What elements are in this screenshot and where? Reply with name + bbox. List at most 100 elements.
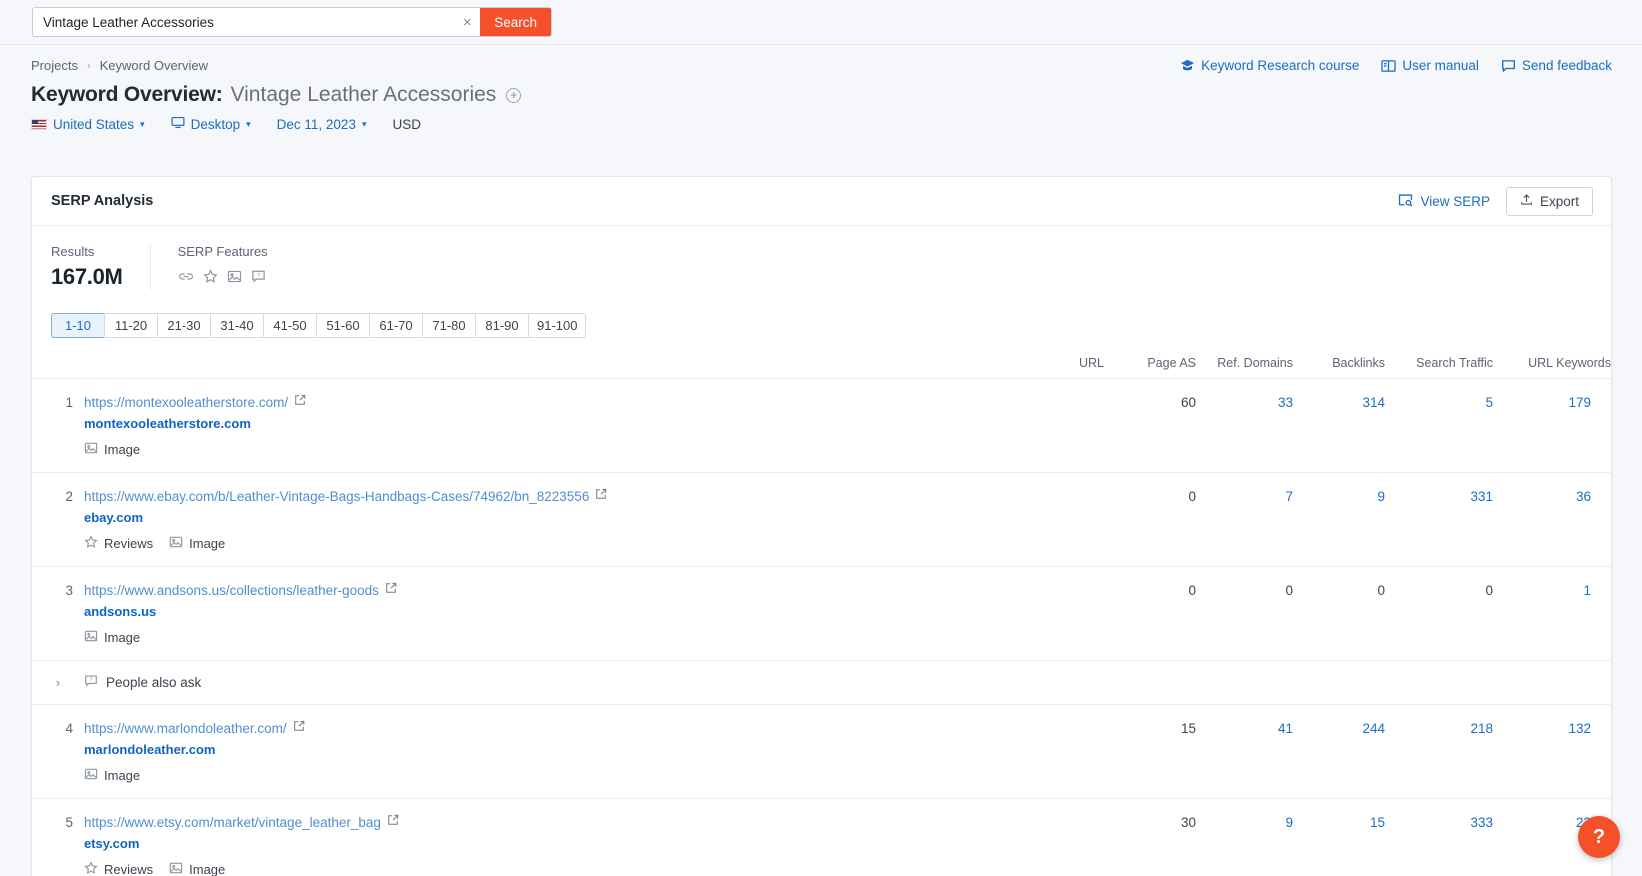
cell-ref-domains[interactable]: 9 [1196, 798, 1293, 876]
speech-bubble-icon [1501, 59, 1516, 73]
result-domain-link[interactable]: andsons.us [84, 604, 1092, 619]
help-fab-label: ? [1592, 825, 1606, 848]
result-url-link[interactable]: https://montexooleatherstore.com/ [84, 395, 288, 410]
send-feedback-link[interactable]: Send feedback [1501, 58, 1612, 73]
cell-search-traffic[interactable]: 218 [1385, 704, 1493, 799]
date-selector[interactable]: Dec 11, 2023 ▾ [277, 117, 367, 132]
cell-ref-domains-value: 33 [1277, 395, 1293, 410]
chevron-right-icon[interactable]: › [32, 675, 84, 690]
pagination-21-30[interactable]: 21-30 [157, 313, 210, 338]
pagination-91-100[interactable]: 91-100 [528, 313, 587, 338]
user-manual-link[interactable]: User manual [1381, 58, 1479, 73]
image-icon[interactable] [227, 269, 242, 284]
user-manual-label: User manual [1402, 58, 1479, 73]
serp-feature-tag[interactable]: Image [84, 629, 140, 646]
keyword-research-course-link[interactable]: Keyword Research course [1180, 58, 1359, 73]
cell-ref-domains: 0 [1196, 566, 1293, 661]
star-icon[interactable] [202, 269, 218, 284]
help-fab-button[interactable]: ? [1578, 816, 1620, 858]
cell-backlinks[interactable]: 15 [1293, 798, 1385, 876]
serp-stats: Results 167.0M SERP Features ? [32, 226, 1611, 290]
column-header-ref-domains[interactable]: Ref. Domains [1196, 356, 1293, 379]
pagination-31-40[interactable]: 31-40 [210, 313, 263, 338]
external-link-icon[interactable] [595, 487, 607, 505]
external-link-icon[interactable] [293, 719, 305, 737]
link-icon[interactable] [178, 269, 194, 284]
result-domain-link[interactable]: etsy.com [84, 836, 1092, 851]
table-row: 3 https://www.andsons.us/collections/leat… [32, 566, 1611, 661]
pagination-61-70[interactable]: 61-70 [369, 313, 422, 338]
serp-features-stat: SERP Features ? [151, 244, 268, 284]
device-label: Desktop [190, 116, 241, 132]
clear-search-icon[interactable]: × [454, 8, 480, 36]
question-bubble-icon[interactable]: ? [251, 269, 266, 284]
export-button[interactable]: Export [1505, 186, 1593, 216]
column-header-search-traffic[interactable]: Search Traffic [1385, 356, 1493, 379]
result-domain-link[interactable]: marlondoleather.com [84, 742, 1092, 757]
cell-ref-domains[interactable]: 33 [1196, 378, 1293, 473]
serp-feature-tag[interactable]: Image [169, 535, 225, 552]
chevron-down-icon: ▾ [361, 118, 367, 129]
pagination-1-10[interactable]: 1-10 [51, 313, 104, 338]
upload-icon [1520, 193, 1533, 209]
serp-feature-label-wrap: ? People also ask [84, 674, 201, 691]
serp-feature-tag[interactable]: Image [84, 441, 140, 458]
result-serp-features: Image [84, 441, 1092, 458]
cell-url-keywords[interactable]: 179 [1493, 378, 1611, 473]
result-url-link[interactable]: https://www.etsy.com/market/vintage_leat… [84, 815, 381, 830]
add-keyword-icon[interactable]: + [506, 87, 522, 103]
cell-url-keywords[interactable]: 132 [1493, 704, 1611, 799]
cell-ref-domains-value: 41 [1277, 721, 1293, 736]
cell-backlinks-value: 0 [1377, 583, 1385, 598]
cell-backlinks[interactable]: 9 [1293, 472, 1385, 567]
external-link-icon[interactable] [385, 581, 397, 599]
export-label: Export [1539, 193, 1579, 209]
page-title-keyword: Vintage Leather Accessories [230, 83, 497, 106]
cell-page-as: 60 [1104, 378, 1196, 473]
pagination-11-20[interactable]: 11-20 [104, 313, 157, 338]
results-value: 167.0M [51, 264, 123, 289]
breadcrumb-row: Projects › Keyword Overview Keyword Rese… [0, 45, 1642, 73]
result-url-link[interactable]: https://www.andsons.us/collections/leath… [84, 583, 379, 598]
cell-search-traffic[interactable]: 5 [1385, 378, 1493, 473]
result-url-link[interactable]: https://www.marlondoleather.com/ [84, 721, 287, 736]
pagination-71-80[interactable]: 71-80 [422, 313, 475, 338]
serp-feature-tag[interactable]: Image [169, 861, 225, 876]
search-input[interactable] [33, 8, 455, 36]
result-domain-link[interactable]: montexooleatherstore.com [84, 416, 1092, 431]
column-header-backlinks[interactable]: Backlinks [1293, 356, 1385, 379]
result-url-link[interactable]: https://www.ebay.com/b/Leather-Vintage-B… [84, 489, 589, 504]
cell-ref-domains[interactable]: 41 [1196, 704, 1293, 799]
cell-ref-domains[interactable]: 7 [1196, 472, 1293, 567]
cell-url-keywords[interactable]: 1 [1493, 566, 1611, 661]
country-selector[interactable]: United States ▾ [31, 117, 145, 132]
cell-backlinks[interactable]: 314 [1293, 378, 1385, 473]
cell-url-keywords[interactable]: 36 [1493, 472, 1611, 567]
breadcrumb-projects[interactable]: Projects [31, 58, 78, 73]
pagination-41-50[interactable]: 41-50 [263, 313, 316, 338]
cell-search-traffic[interactable]: 331 [1385, 472, 1493, 567]
search-button[interactable]: Search [480, 8, 551, 36]
cell-backlinks[interactable]: 244 [1293, 704, 1385, 799]
pagination-51-60[interactable]: 51-60 [316, 313, 369, 338]
serp-feature-tag[interactable]: Image [84, 767, 140, 784]
cell-search-traffic[interactable]: 333 [1385, 798, 1493, 876]
column-header-url-keywords[interactable]: URL Keywords [1493, 356, 1611, 379]
result-serp-features: Image [84, 767, 1092, 784]
serp-features-label: SERP Features [177, 244, 268, 259]
table-row: 5 https://www.etsy.com/market/vintage_lea… [32, 798, 1611, 876]
view-serp-button[interactable]: View SERP [1398, 193, 1490, 210]
serp-feature-tag[interactable]: Reviews [84, 861, 153, 876]
device-selector[interactable]: Desktop ▾ [171, 116, 251, 132]
result-rank: 5 [32, 798, 84, 876]
external-link-icon[interactable] [294, 393, 306, 411]
serp-feature-tag[interactable]: Reviews [84, 535, 153, 552]
external-link-icon[interactable] [387, 813, 399, 831]
result-serp-features: Reviews Image [84, 861, 1092, 876]
result-domain-link[interactable]: ebay.com [84, 510, 1092, 525]
column-header-page-as[interactable]: Page AS [1104, 356, 1196, 379]
serp-feature-row[interactable]: ›? People also ask [32, 660, 1611, 705]
pagination-81-90[interactable]: 81-90 [475, 313, 528, 338]
date-label: Dec 11, 2023 [276, 116, 356, 132]
column-header-url[interactable]: URL [32, 356, 1104, 379]
